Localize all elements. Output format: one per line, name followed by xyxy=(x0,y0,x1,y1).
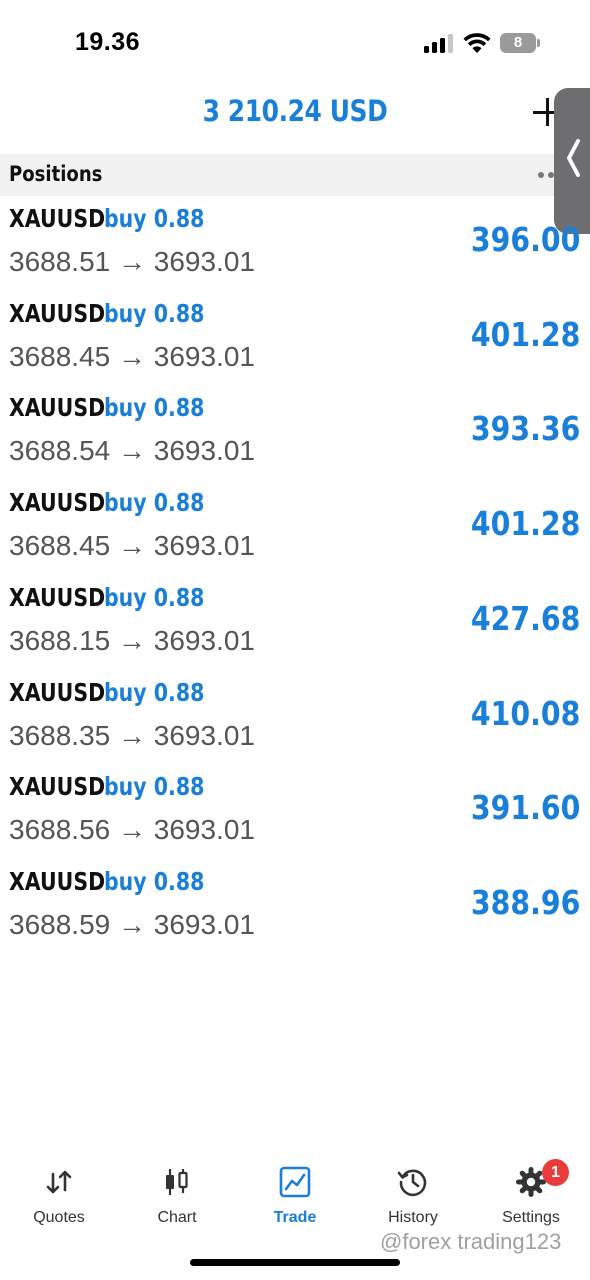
tab-chart[interactable]: Chart xyxy=(118,1160,236,1240)
position-symbol: XAUUSD xyxy=(9,582,106,612)
position-prices: 3688.45 → 3693.01 xyxy=(9,340,255,372)
position-prices: 3688.35 → 3693.01 xyxy=(9,719,255,751)
tab-label: Settings xyxy=(502,1209,560,1226)
position-prices: 3688.45 → 3693.01 xyxy=(9,530,255,562)
position-row[interactable]: XAUUSD buy 0.88 3688.35 → 3693.01 410.08 xyxy=(0,670,590,765)
tab-history[interactable]: History xyxy=(354,1160,472,1240)
tab-label: Chart xyxy=(157,1209,197,1226)
tab-label: Quotes xyxy=(33,1209,85,1226)
position-profit: 388.96 xyxy=(470,882,580,922)
home-indicator xyxy=(190,1259,400,1266)
status-bar: 19.36 8 xyxy=(0,0,590,88)
position-profit: 401.28 xyxy=(470,504,580,544)
position-side-volume: buy 0.88 xyxy=(104,393,205,423)
position-prices: 3688.56 → 3693.01 xyxy=(9,814,255,846)
trade-chart-icon xyxy=(279,1166,311,1198)
chevron-left-icon xyxy=(567,139,580,177)
position-side-volume: buy 0.88 xyxy=(104,772,205,802)
position-profit: 427.68 xyxy=(470,598,580,638)
position-row[interactable]: XAUUSD buy 0.88 3688.54 → 3693.01 393.36 xyxy=(0,385,590,480)
account-balance[interactable]: 3 210.24 USD xyxy=(41,94,548,128)
position-symbol: XAUUSD xyxy=(9,393,106,423)
tab-settings[interactable]: Settings xyxy=(472,1160,590,1240)
quotes-arrows-icon xyxy=(46,1170,72,1194)
position-prices: 3688.59 → 3693.01 xyxy=(9,908,255,940)
position-profit: 393.36 xyxy=(470,409,580,449)
candlestick-chart-icon xyxy=(166,1169,188,1195)
position-profit: 410.08 xyxy=(470,693,580,733)
tab-label: Trade xyxy=(273,1209,317,1226)
position-symbol: XAUUSD xyxy=(9,298,106,328)
tab-trade[interactable]: Trade xyxy=(236,1160,354,1240)
position-row[interactable]: XAUUSD buy 0.88 3688.51 → 3693.01 396.00 xyxy=(0,196,590,291)
settings-notification-badge: 1 xyxy=(542,1159,569,1186)
tab-label: History xyxy=(388,1209,438,1226)
status-time: 19.36 xyxy=(75,28,141,56)
position-profit: 391.60 xyxy=(470,788,580,828)
battery-icon: 8 xyxy=(500,33,540,53)
position-side-volume: buy 0.88 xyxy=(104,677,205,707)
section-title: Positions xyxy=(9,162,103,186)
position-side-volume: buy 0.88 xyxy=(104,204,205,233)
position-row[interactable]: XAUUSD buy 0.88 3688.56 → 3693.01 391.60 xyxy=(0,764,590,859)
bottom-tab-bar: Quotes Chart Trade History Settings xyxy=(0,1160,590,1240)
cellular-signal-icon xyxy=(424,33,454,53)
position-row[interactable]: XAUUSD buy 0.88 3688.45 → 3693.01 401.28 xyxy=(0,480,590,575)
battery-level: 8 xyxy=(513,34,523,51)
history-clock-icon xyxy=(397,1169,427,1197)
header: 3 210.24 USD xyxy=(0,88,590,154)
position-symbol: XAUUSD xyxy=(9,204,106,233)
position-row[interactable]: XAUUSD buy 0.88 3688.15 → 3693.01 427.68 xyxy=(0,575,590,670)
tab-quotes[interactable]: Quotes xyxy=(0,1160,118,1240)
position-profit: 396.00 xyxy=(470,220,580,259)
position-profit: 401.28 xyxy=(470,314,580,354)
position-symbol: XAUUSD xyxy=(9,772,106,802)
positions-section-header: Positions xyxy=(0,154,590,196)
position-prices: 3688.15 → 3693.01 xyxy=(9,624,255,656)
position-symbol: XAUUSD xyxy=(9,866,106,896)
position-row[interactable]: XAUUSD buy 0.88 3688.45 → 3693.01 401.28 xyxy=(0,291,590,386)
position-prices: 3688.54 → 3693.01 xyxy=(9,435,255,467)
position-symbol: XAUUSD xyxy=(9,677,106,707)
position-side-volume: buy 0.88 xyxy=(104,866,205,896)
position-symbol: XAUUSD xyxy=(9,488,106,518)
position-side-volume: buy 0.88 xyxy=(104,298,205,328)
position-side-volume: buy 0.88 xyxy=(104,582,205,612)
position-row[interactable]: XAUUSD buy 0.88 3688.59 → 3693.01 388.96 xyxy=(0,859,590,954)
watermark: @forex trading123 xyxy=(380,1229,562,1254)
position-side-volume: buy 0.88 xyxy=(104,488,205,518)
position-prices: 3688.51 → 3693.01 xyxy=(9,246,255,277)
wifi-icon xyxy=(463,33,491,53)
